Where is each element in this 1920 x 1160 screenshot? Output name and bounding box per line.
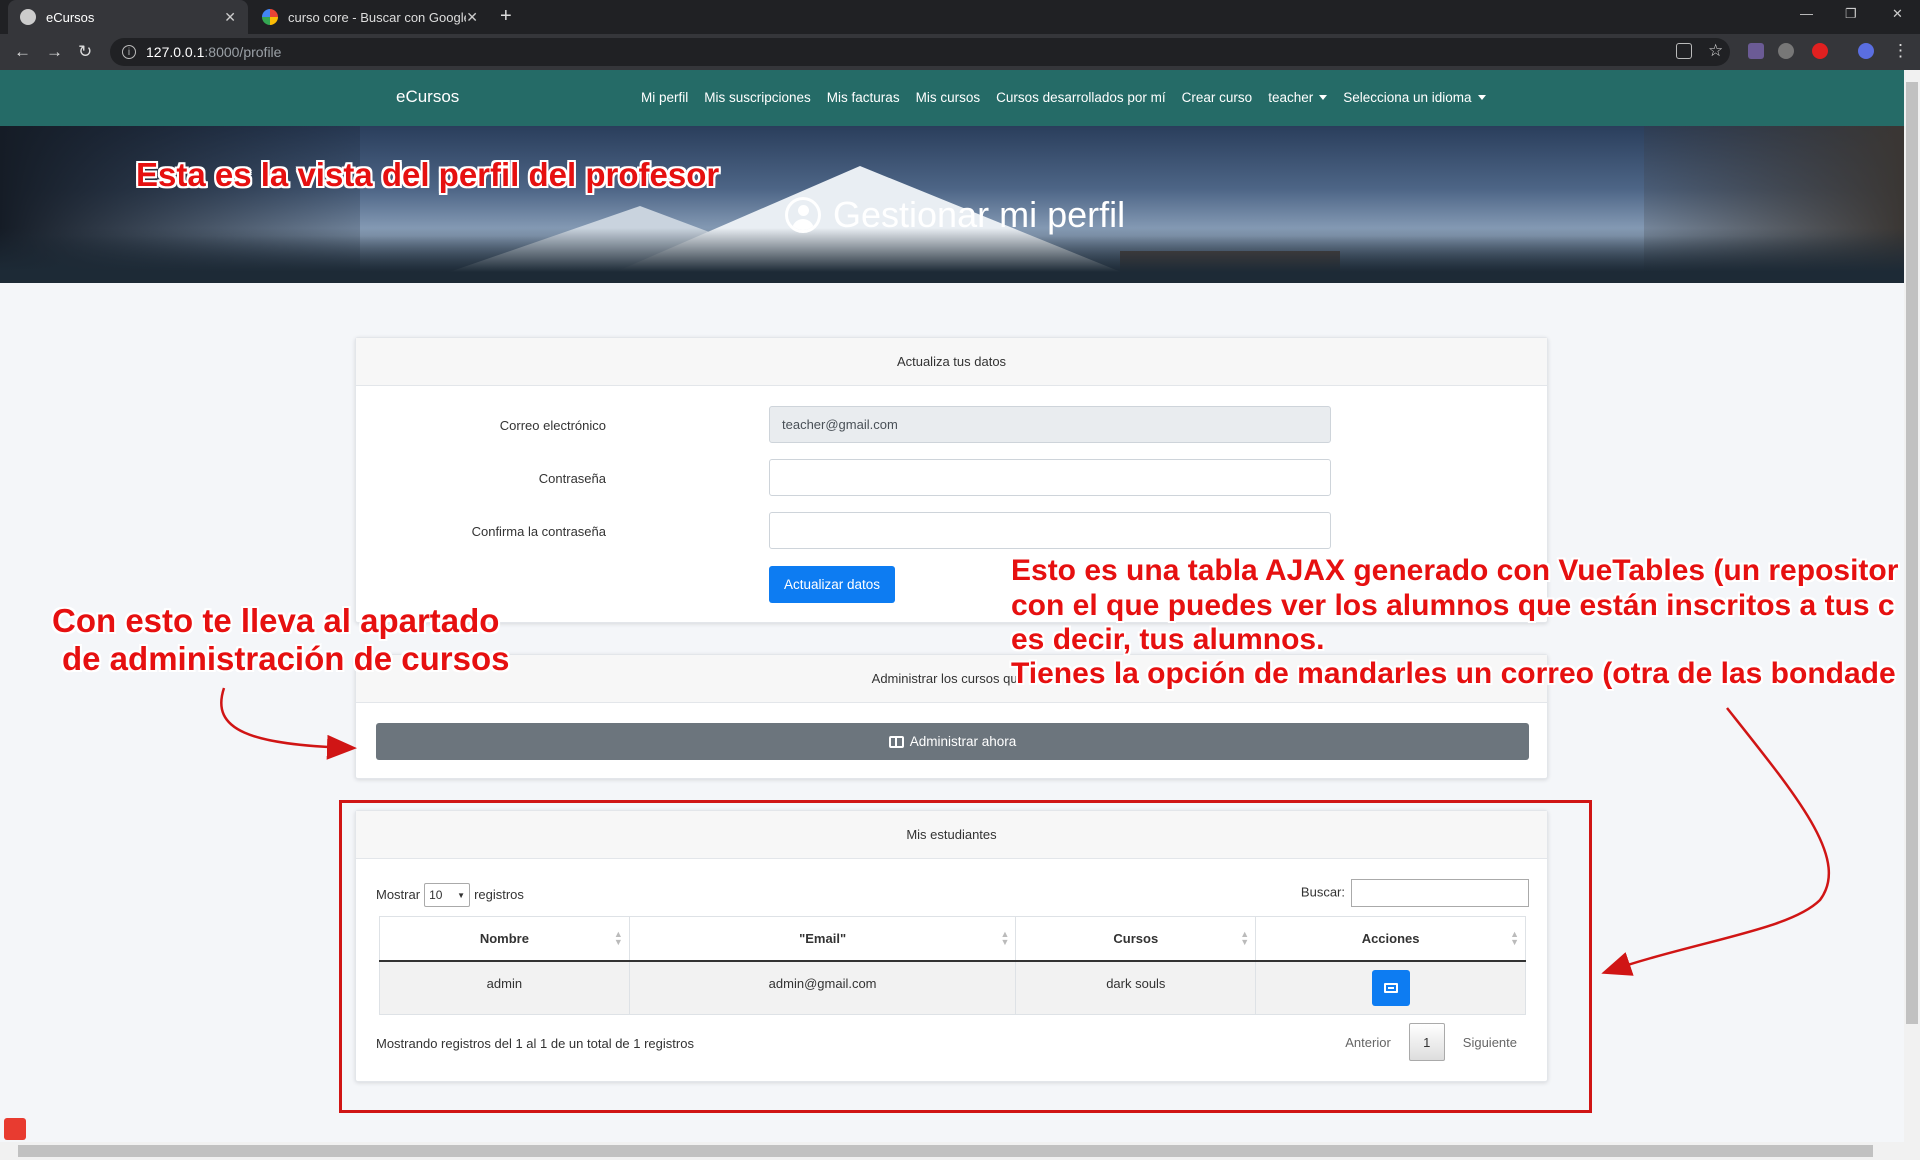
browser-tab-ecursos[interactable]: eCursos ✕ [8,0,248,34]
back-icon[interactable]: ← [14,42,31,62]
bookmark-star-icon[interactable]: ☆ [1708,41,1723,61]
confirm-password-field[interactable] [769,512,1331,549]
horizontal-scrollbar-thumb[interactable] [18,1145,1873,1157]
profile-card-header: Actualiza tus datos [356,338,1547,386]
extension-icon[interactable] [1748,43,1764,59]
arrow-to-admin-button [220,687,357,760]
annotation-left-line1: Con esto te lleva al apartado [52,602,500,639]
annotation-left-line2: de administración de cursos [62,640,510,677]
arrow-to-students-table [1601,707,1831,976]
site-info-icon[interactable]: i [122,45,136,59]
minimize-icon[interactable]: — [1800,6,1813,21]
confirm-password-label: Confirma la contraseña [471,524,606,539]
tab-title: eCursos [46,9,95,25]
nav-mis-cursos[interactable]: Mis cursos [916,90,981,105]
settings-extension-icon[interactable] [1778,43,1794,59]
nav-mis-facturas[interactable]: Mis facturas [827,90,900,105]
user-circle-icon [785,197,821,233]
admin-now-button[interactable]: Administrar ahora [376,723,1529,760]
password-field[interactable] [769,459,1331,496]
browser-menu-icon[interactable]: ⋮ [1892,41,1909,61]
address-bar: ← → ↻ i 127.0.0.1:8000/profile ☆ ⋮ [0,34,1920,70]
new-tab-icon[interactable]: + [500,5,512,28]
google-favicon-icon [262,9,278,25]
close-tab-icon[interactable]: ✕ [224,9,236,26]
site-navbar: eCursos Mi perfil Mis suscripciones Mis … [0,70,1904,126]
annotation-right-line2: con el que puedes ver los alumnos que es… [1011,589,1895,622]
recording-extension-icon[interactable] [1812,43,1828,59]
nav-cursos-desarrollados[interactable]: Cursos desarrollados por mí [996,90,1166,105]
annotation-right-line1: Esto es una tabla AJAX generado con VueT… [1011,554,1899,587]
profile-avatar-icon[interactable] [1858,43,1874,59]
language-dropdown[interactable]: Selecciona un idioma [1343,90,1485,105]
email-field[interactable]: teacher@gmail.com [769,406,1331,443]
nav-crear-curso[interactable]: Crear curso [1182,90,1253,105]
tab-title: curso core - Buscar con Google [288,9,467,25]
nav-mi-perfil[interactable]: Mi perfil [641,90,688,105]
page-title-text: Gestionar mi perfil [833,194,1126,235]
url-input[interactable]: i 127.0.0.1:8000/profile [110,38,1730,66]
nav-mis-suscripciones[interactable]: Mis suscripciones [704,90,811,105]
hero-banner: Gestionar mi perfil [0,126,1904,283]
url-path: :8000/profile [204,44,282,60]
email-label: Correo electrónico [499,418,606,433]
close-window-icon[interactable]: ✕ [1892,6,1903,22]
update-data-button[interactable]: Actualizar datos [769,566,895,603]
browser-tab-google[interactable]: curso core - Buscar con Google ✕ [250,0,490,34]
reload-icon[interactable]: ↻ [78,42,92,62]
brand-logo[interactable]: eCursos [396,87,459,107]
screenshot-tool-icon[interactable] [4,1118,26,1140]
site-favicon-icon [20,9,36,25]
hero-trees [0,228,1904,283]
password-label: Contraseña [538,471,606,486]
browser-tab-bar: eCursos ✕ curso core - Buscar con Google… [0,0,1920,34]
annotation-top: Esta es la vista del perfil del profesor [136,156,720,193]
nav-links: Mi perfil Mis suscripciones Mis facturas… [641,90,1486,105]
book-open-icon [888,735,904,748]
url-host: 127.0.0.1 [146,44,205,60]
annotation-right: Esto es una tabla AJAX generado con VueT… [1008,552,1904,702]
close-tab-icon[interactable]: ✕ [466,9,478,26]
annotation-right-line3: es decir, tus alumnos. [1011,623,1325,656]
forward-icon[interactable]: → [46,42,63,62]
page-title: Gestionar mi perfil [785,194,1125,236]
translate-icon[interactable] [1676,43,1692,59]
annotation-right-line4: Tienes la opción de mandarles un correo … [1011,657,1896,690]
user-menu-dropdown[interactable]: teacher [1268,90,1327,105]
vertical-scrollbar-thumb[interactable] [1906,82,1918,1024]
admin-now-label: Administrar ahora [909,734,1017,749]
annotation-highlight-box [339,800,1592,1113]
restore-icon[interactable]: ❐ [1845,6,1857,22]
